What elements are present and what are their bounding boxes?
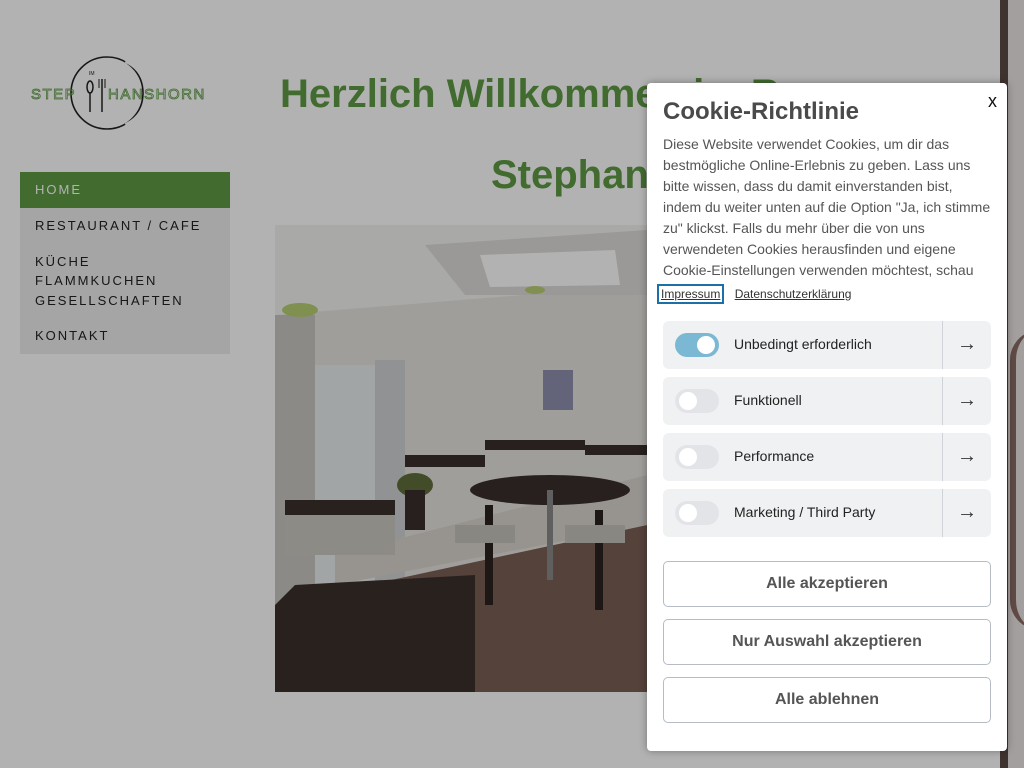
functional-toggle[interactable] — [675, 389, 719, 413]
arrow-right-icon[interactable]: → — [957, 333, 977, 357]
arrow-right-icon[interactable]: → — [957, 501, 977, 525]
dialog-description[interactable]: Diese Website verwendet Cookies, um dir … — [663, 134, 993, 280]
performance-toggle[interactable] — [675, 445, 719, 469]
category-label: Performance — [734, 448, 815, 464]
cookie-consent-dialog: x Cookie-Richtlinie Diese Website verwen… — [647, 83, 1007, 751]
accept-all-button[interactable]: Alle akzeptieren — [663, 561, 991, 607]
accept-selection-button[interactable]: Nur Auswahl akzeptieren — [663, 619, 991, 665]
category-label: Unbedingt erforderlich — [734, 336, 872, 352]
reject-all-button[interactable]: Alle ablehnen — [663, 677, 991, 723]
cookie-category-performance: Performance → — [663, 433, 991, 481]
category-label: Marketing / Third Party — [734, 504, 876, 520]
legal-links: Impressum Datenschutzerklärung — [656, 284, 861, 304]
necessary-toggle[interactable] — [675, 333, 719, 357]
cookie-category-necessary: Unbedingt erforderlich → — [663, 321, 991, 369]
category-label: Funktionell — [734, 392, 802, 408]
arrow-right-icon[interactable]: → — [957, 445, 977, 469]
privacy-policy-link[interactable]: Datenschutzerklärung — [735, 287, 852, 301]
cookie-category-marketing: Marketing / Third Party → — [663, 489, 991, 537]
cookie-category-functional: Funktionell → — [663, 377, 991, 425]
arrow-right-icon[interactable]: → — [957, 389, 977, 413]
marketing-toggle[interactable] — [675, 501, 719, 525]
impressum-link[interactable]: Impressum — [656, 284, 725, 304]
close-button[interactable]: x — [988, 91, 997, 112]
dialog-title: Cookie-Richtlinie — [663, 98, 860, 125]
